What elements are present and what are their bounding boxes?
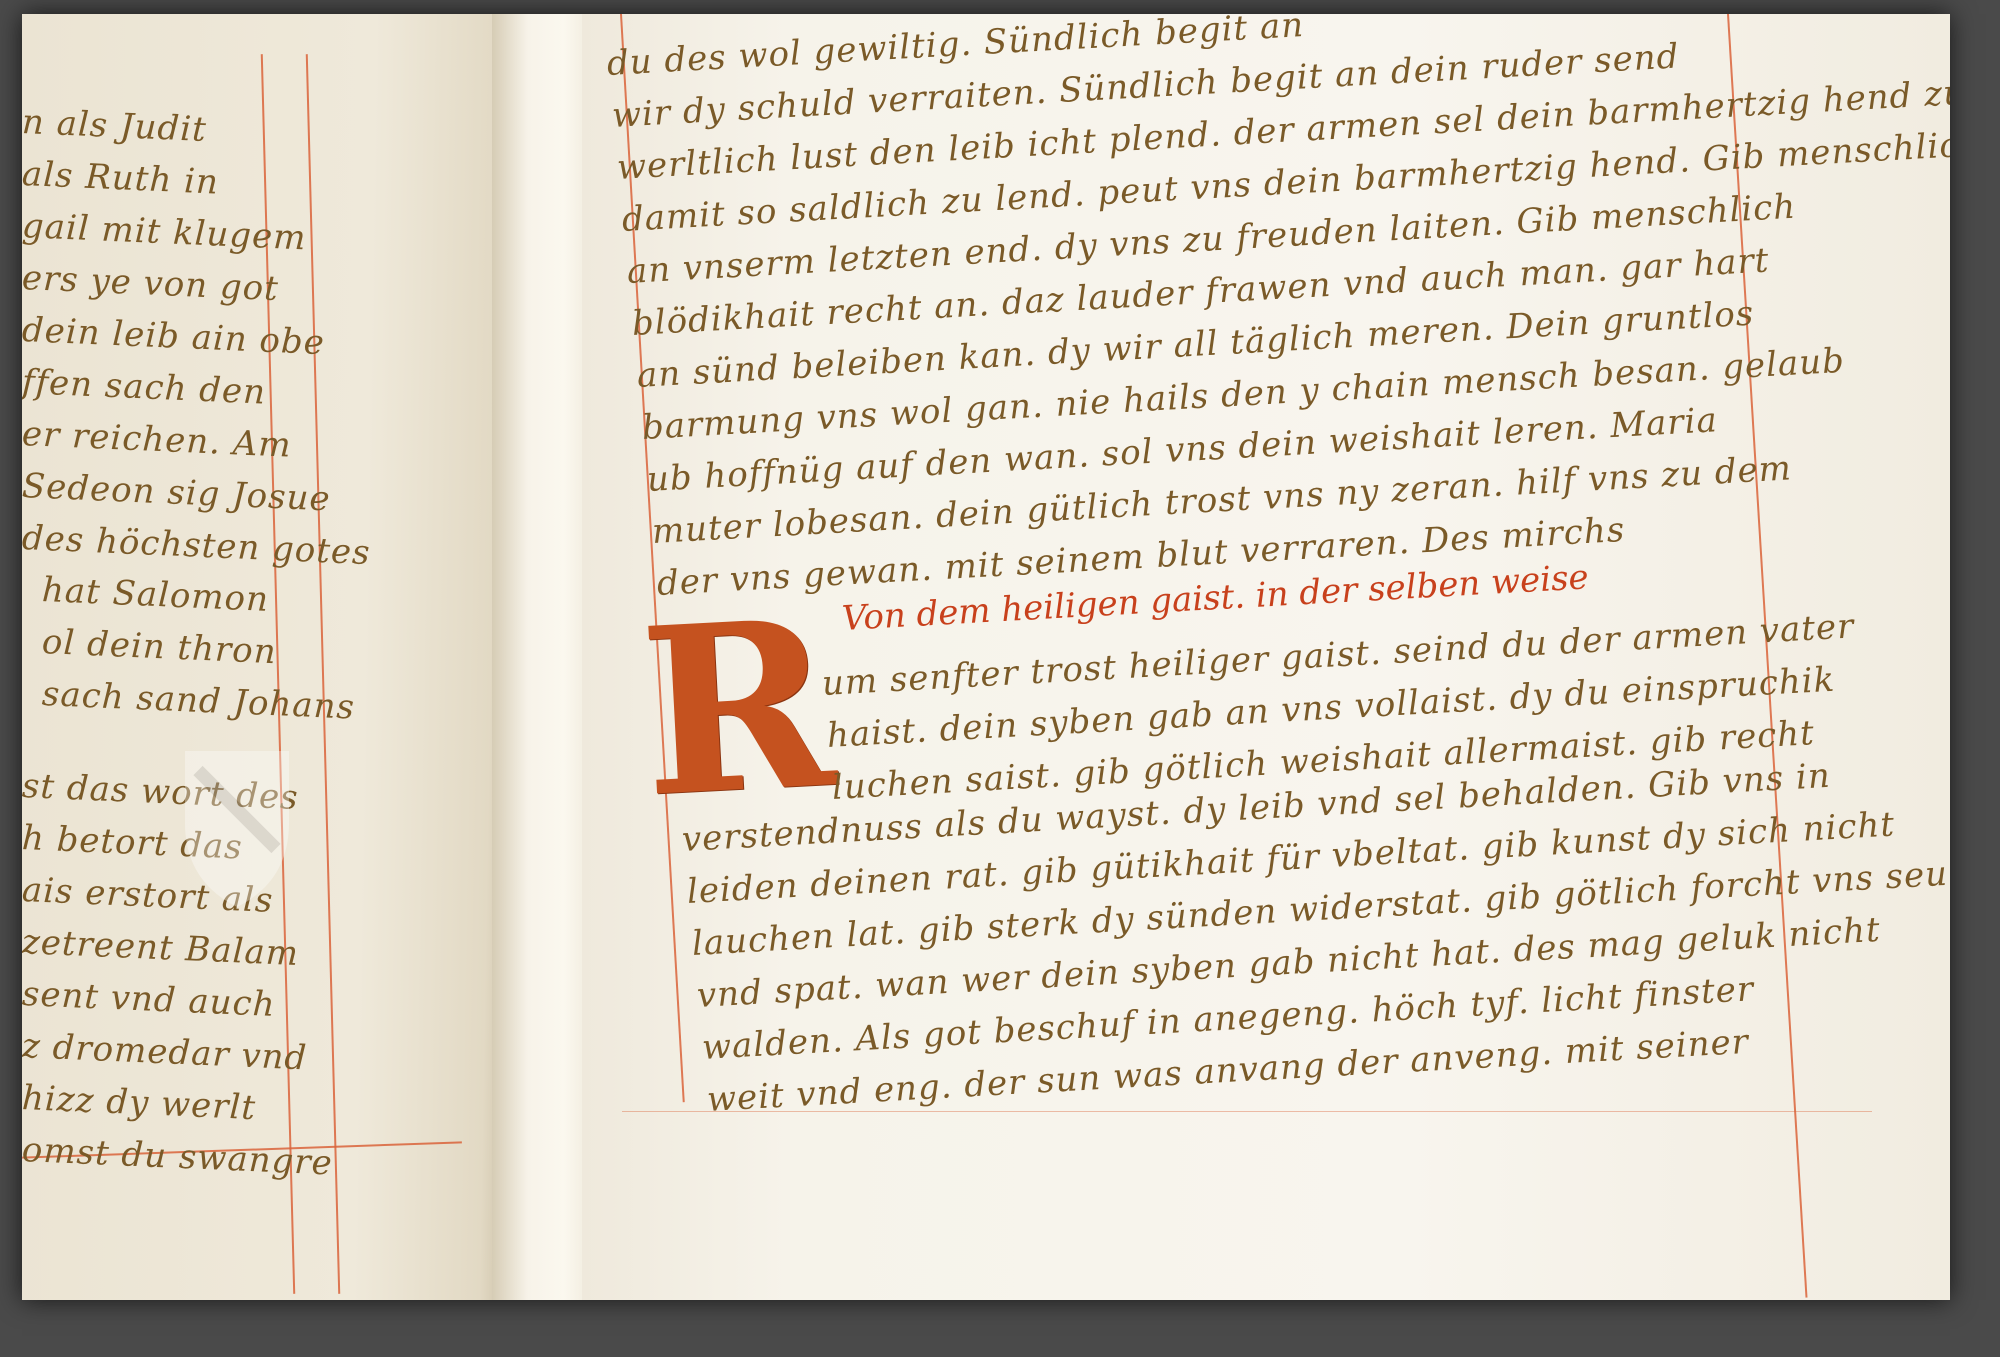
left-line: als Ruth in bbox=[22, 154, 220, 203]
manuscript-photo: n als Judit als Ruth in gail mit klugem … bbox=[22, 14, 1950, 1300]
illuminated-initial: R bbox=[635, 569, 841, 849]
left-line: n als Judit bbox=[22, 102, 208, 151]
shield-watermark-icon bbox=[185, 751, 289, 907]
